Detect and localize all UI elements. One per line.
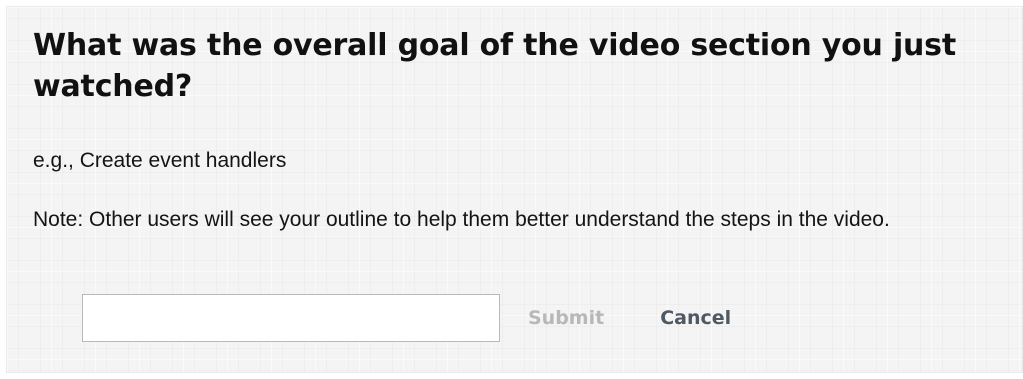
goal-answer-input[interactable] — [82, 294, 500, 342]
submit-button[interactable]: Submit — [528, 307, 604, 329]
question-heading: What was the overall goal of the video s… — [33, 28, 956, 104]
goal-prompt-panel: What was the overall goal of the video s… — [6, 6, 1023, 373]
example-hint: e.g., Create event handlers — [33, 149, 287, 172]
cancel-link[interactable]: Cancel — [660, 307, 731, 329]
answer-form: Submit Cancel — [82, 293, 731, 343]
note-text: Note: Other users will see your outline … — [33, 208, 890, 231]
